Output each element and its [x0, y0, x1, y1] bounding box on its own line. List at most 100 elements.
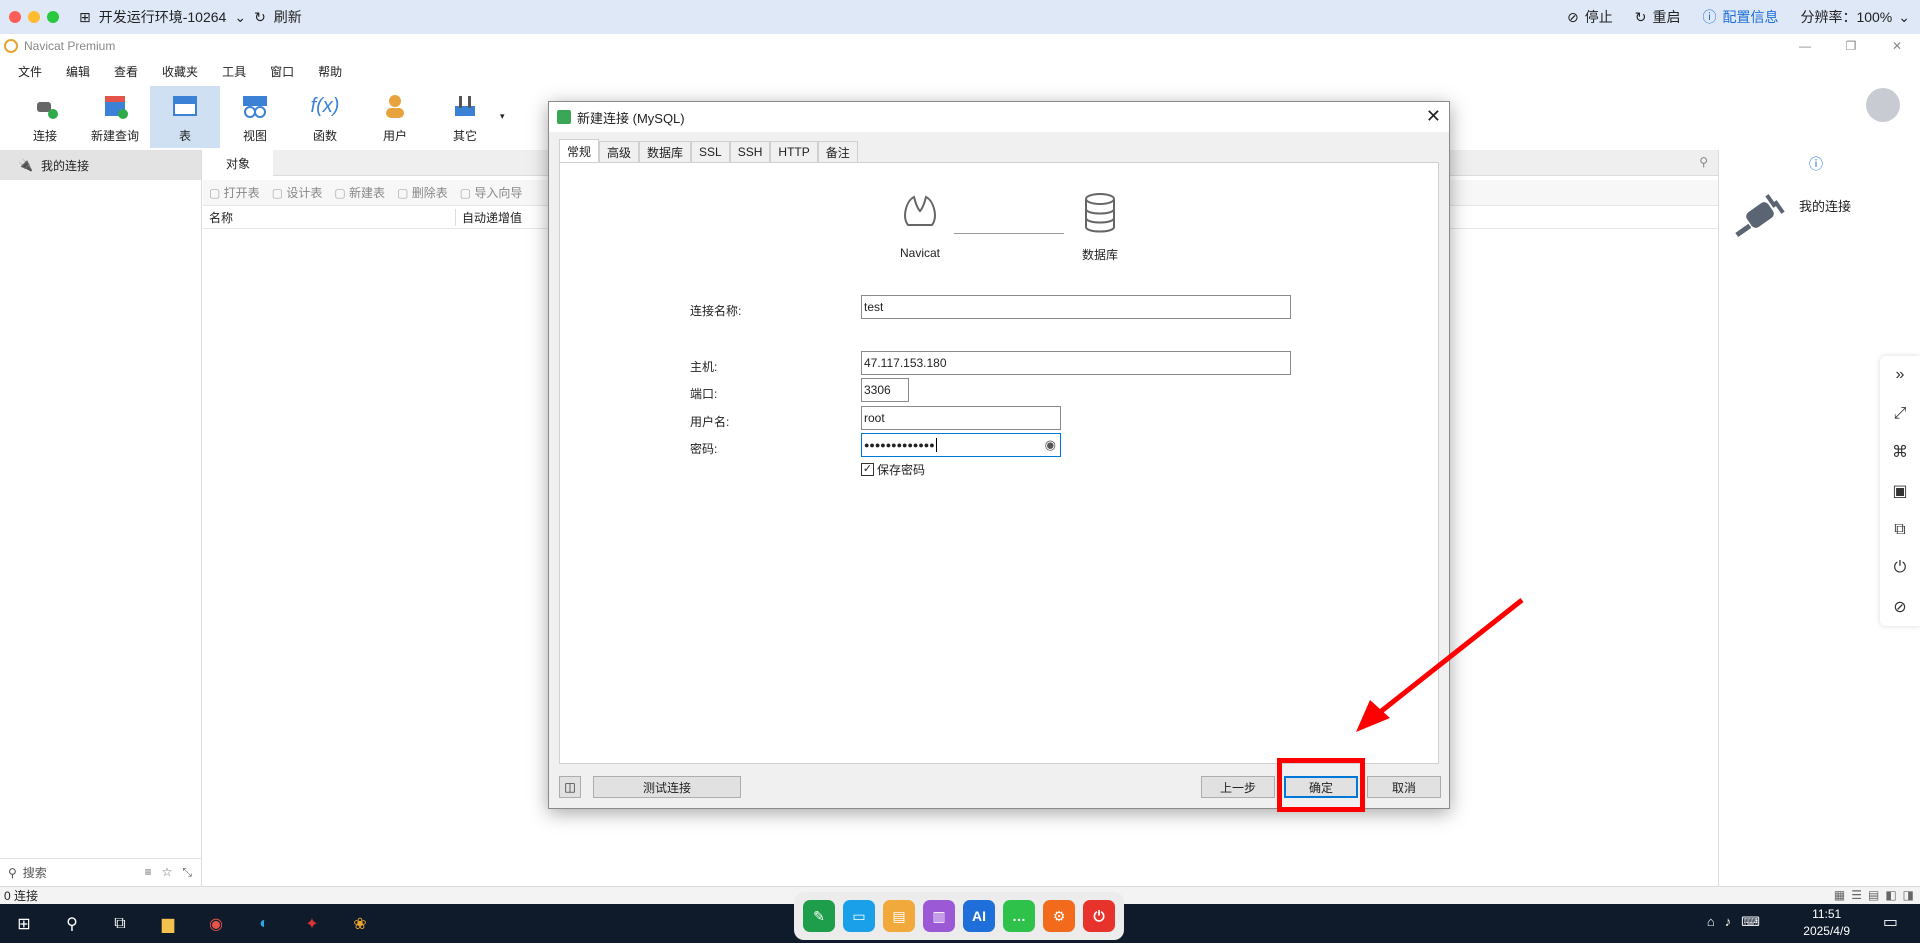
menu-view[interactable]: 查看	[102, 63, 150, 80]
search-icon[interactable]: ⚲	[1699, 155, 1708, 169]
my-connections-item[interactable]: 🔌 我的连接	[0, 150, 201, 180]
menu-help[interactable]: 帮助	[306, 63, 354, 80]
filter-icon[interactable]: ≡	[145, 865, 152, 880]
power-icon[interactable]: ⏻	[1894, 549, 1907, 588]
file-explorer-icon[interactable]: ▆	[144, 904, 192, 943]
restore-icon[interactable]: ❐	[1828, 34, 1874, 58]
tab-ssh[interactable]: SSH	[729, 141, 771, 162]
save-password-checkbox[interactable]: ✓ 保存密码	[861, 461, 925, 478]
password-input[interactable]: ●●●●●●●●●●●●● ◉	[861, 433, 1061, 457]
menu-tools[interactable]: 工具	[210, 63, 258, 80]
eye-icon[interactable]: ◉	[1045, 437, 1056, 453]
toolbar-other-dropdown-icon[interactable]: ▾	[500, 111, 505, 122]
resolution-label: 分辨率：100%	[1800, 9, 1893, 25]
tab-advanced[interactable]: 高级	[599, 141, 640, 162]
restart-button[interactable]: ↻ 重启	[1635, 7, 1681, 27]
navicat-taskbar-icon[interactable]: ❀	[336, 904, 384, 943]
test-connection-button[interactable]: 测试连接	[593, 776, 741, 798]
column-auto-increment[interactable]: 自动递增值	[455, 209, 522, 226]
menu-edit[interactable]: 编辑	[54, 63, 102, 80]
layout-icon[interactable]: ▣	[1892, 472, 1907, 511]
volume-icon[interactable]: ♪	[1725, 914, 1732, 930]
toolbar-new-query[interactable]: 新建查询	[80, 86, 150, 148]
checkbox-checked-icon[interactable]: ✓	[861, 463, 874, 476]
menu-favorites[interactable]: 收藏夹	[150, 63, 210, 80]
copy-icon[interactable]: ⧉	[1894, 510, 1905, 549]
close-dot[interactable]	[9, 11, 21, 23]
minimize-icon[interactable]: —	[1782, 34, 1828, 58]
chat-icon[interactable]: …	[1003, 900, 1035, 932]
previous-button[interactable]: 上一步	[1201, 776, 1275, 798]
open-table-button[interactable]: 打开表	[209, 184, 260, 201]
grid-view-icon[interactable]: ▦	[1834, 888, 1845, 902]
refresh-icon[interactable]: ↻	[254, 9, 266, 26]
toolbar-function[interactable]: f(x) 函数	[290, 86, 360, 148]
task-view-icon[interactable]: ⧉	[96, 904, 144, 943]
chevron-down-icon[interactable]: ⌄	[234, 9, 246, 26]
resolution-dropdown[interactable]: 分辨率：100% ⌄	[1800, 7, 1910, 27]
ime-icon[interactable]: ⌨	[1741, 914, 1760, 930]
toggle-panel-button[interactable]: ◫	[559, 776, 581, 798]
close-icon[interactable]: ✕	[1426, 106, 1441, 127]
collapse-icon[interactable]: ⤡	[182, 865, 192, 880]
settings-icon[interactable]: ⚙	[1043, 900, 1075, 932]
menu-file[interactable]: 文件	[6, 63, 54, 80]
host-input[interactable]: 47.117.153.180	[861, 351, 1291, 375]
toolbar-other[interactable]: 其它	[430, 86, 500, 148]
star-icon[interactable]: ☆	[162, 865, 173, 880]
tab-general[interactable]: 常规	[559, 139, 600, 162]
minimize-dot[interactable]	[28, 11, 40, 23]
fullscreen-icon[interactable]: ⤢	[1894, 395, 1907, 434]
clock[interactable]: 11:51 2025/4/9	[1803, 906, 1850, 940]
tab-objects[interactable]: 对象	[203, 150, 273, 176]
app-red-icon[interactable]: ✦	[288, 904, 336, 943]
hide-icon[interactable]: ⊘	[1893, 587, 1906, 626]
toolbar-connect[interactable]: 连接	[10, 86, 80, 148]
env-name-dropdown[interactable]: 开发运行环境-10264	[99, 7, 227, 27]
ai-icon[interactable]: AI	[963, 900, 995, 932]
toolbar-user[interactable]: 用户	[360, 86, 430, 148]
refresh-button[interactable]: 刷新	[274, 7, 302, 27]
sign-app-icon[interactable]: ✎	[803, 900, 835, 932]
expand-icon[interactable]: »	[1896, 356, 1905, 395]
close-icon[interactable]: ✕	[1874, 34, 1920, 58]
tab-database[interactable]: 数据库	[639, 141, 692, 162]
import-wizard-button[interactable]: 导入向导	[460, 184, 522, 201]
port-input[interactable]: 3306	[861, 378, 909, 402]
cancel-button[interactable]: 取消	[1367, 776, 1441, 798]
maximize-dot[interactable]	[47, 11, 59, 23]
user-avatar[interactable]	[1866, 88, 1900, 122]
network-icon[interactable]: ⌂	[1707, 914, 1715, 930]
detail-view-icon[interactable]: ▤	[1868, 888, 1879, 902]
tab-ssl[interactable]: SSL	[691, 141, 730, 162]
password-label: 密码:	[690, 442, 718, 456]
delete-table-button[interactable]: 删除表	[397, 184, 448, 201]
edge-icon[interactable]: ◐	[240, 904, 288, 943]
tab-http[interactable]: HTTP	[770, 141, 818, 162]
stop-button[interactable]: ⊘ 停止	[1567, 7, 1613, 27]
pane-left-icon[interactable]: ◧	[1885, 888, 1896, 902]
username-input[interactable]: root	[861, 406, 1061, 430]
notification-icon[interactable]: ▭	[1883, 912, 1898, 932]
start-icon[interactable]: ⊞	[0, 904, 48, 943]
design-table-button[interactable]: 设计表	[272, 184, 322, 201]
search-icon[interactable]: ⚲	[48, 904, 96, 943]
pane-right-icon[interactable]: ◨	[1903, 888, 1914, 902]
toolbar-table[interactable]: 表	[150, 86, 220, 148]
info-icon[interactable]: ⓘ	[1809, 154, 1823, 174]
chrome-icon[interactable]: ◉	[192, 904, 240, 943]
files-icon[interactable]: ▤	[883, 900, 915, 932]
conn-name-input[interactable]: test	[861, 295, 1291, 319]
config-info-button[interactable]: ⓘ 配置信息	[1702, 7, 1778, 27]
column-name[interactable]: 名称	[203, 209, 455, 226]
new-table-button[interactable]: 新建表	[334, 184, 385, 201]
list-view-icon[interactable]: ☰	[1851, 888, 1862, 902]
command-icon[interactable]: ⌘	[1892, 433, 1908, 472]
tab-notes[interactable]: 备注	[817, 141, 858, 162]
connection-search[interactable]: ⚲ 搜索 ≡ ☆ ⤡	[0, 858, 202, 886]
toolbar-view[interactable]: 视图	[220, 86, 290, 148]
power-icon[interactable]: ⏻	[1083, 900, 1115, 932]
menu-window[interactable]: 窗口	[258, 63, 306, 80]
book-icon[interactable]: ▥	[923, 900, 955, 932]
screen-icon[interactable]: ▭	[843, 900, 875, 932]
